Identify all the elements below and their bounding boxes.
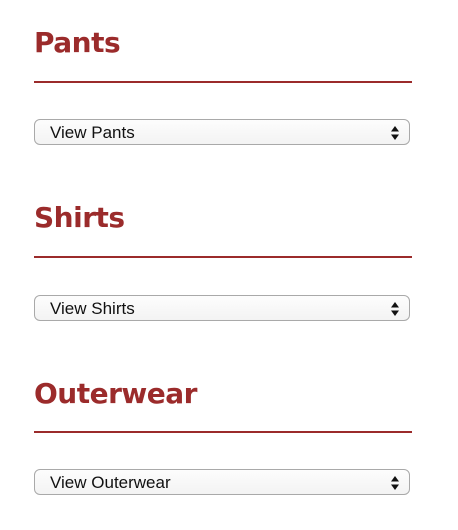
section-divider <box>34 256 412 258</box>
select-arrows-icon <box>391 476 399 490</box>
section-title-shirts: Shirts <box>34 201 125 234</box>
section-title-outerwear: Outerwear <box>34 377 197 410</box>
shirts-select-value: View Shirts <box>50 299 135 318</box>
shirts-select[interactable]: View Shirts <box>34 295 410 321</box>
pants-select-value: View Pants <box>50 123 135 142</box>
section-outerwear: Outerwear View Outerwear <box>34 377 412 495</box>
section-shirts: Shirts View Shirts <box>34 201 412 321</box>
pants-select[interactable]: View Pants <box>34 119 410 145</box>
select-arrows-icon <box>391 302 399 316</box>
select-arrows-icon <box>391 126 399 140</box>
outerwear-select[interactable]: View Outerwear <box>34 469 410 495</box>
section-pants: Pants View Pants <box>34 26 412 145</box>
outerwear-select-value: View Outerwear <box>50 473 171 492</box>
section-divider <box>34 431 412 433</box>
section-divider <box>34 81 412 83</box>
section-title-pants: Pants <box>34 26 121 59</box>
